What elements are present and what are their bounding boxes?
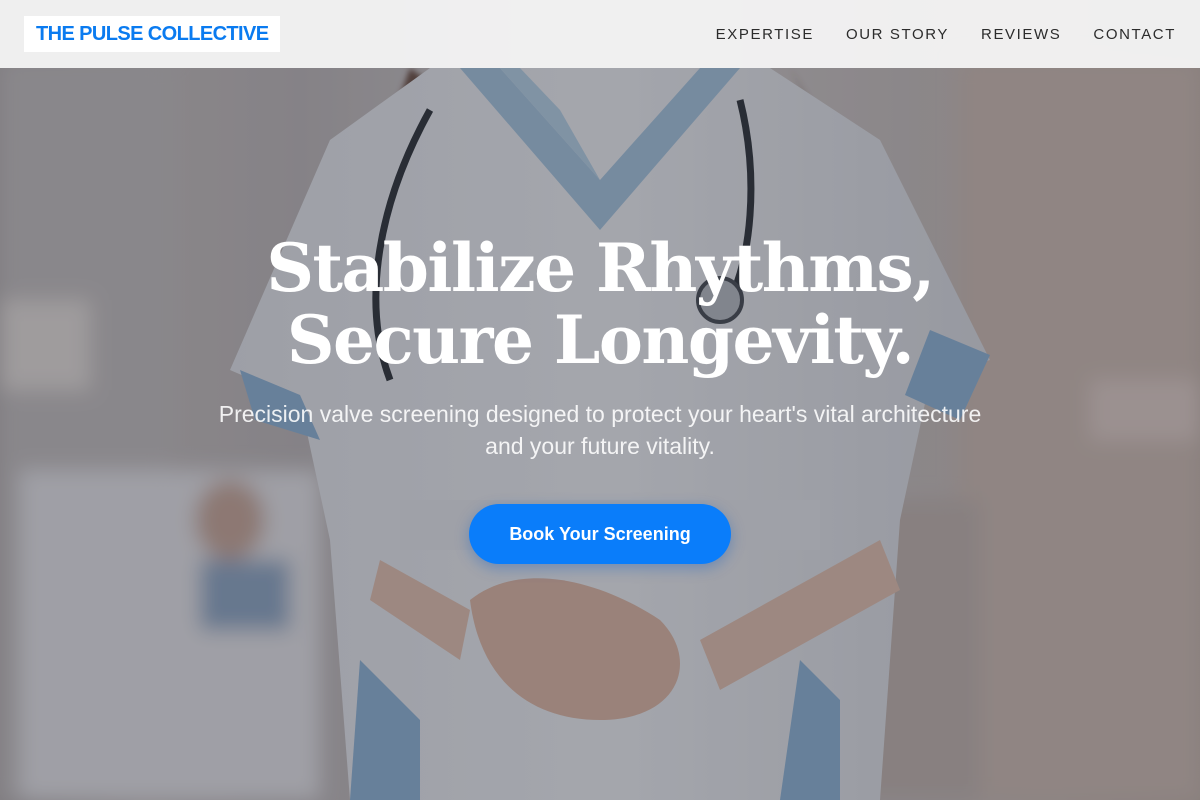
nav-link-reviews[interactable]: REVIEWS — [981, 26, 1061, 43]
hero-headline-line-2: Secure Longevity. — [286, 301, 915, 379]
nav-link-contact[interactable]: CONTACT — [1093, 26, 1176, 43]
nav-link-expertise[interactable]: EXPERTISE — [716, 26, 814, 43]
nav-link-our-story[interactable]: OUR STORY — [846, 26, 949, 43]
brand-logo[interactable]: THE PULSE COLLECTIVE — [24, 16, 281, 52]
hero-content: Stabilize Rhythms, Secure Longevity. Pre… — [0, 232, 1200, 564]
hero-subheading: Precision valve screening designed to pr… — [0, 398, 1200, 462]
hero-subheading-line-2: and your future vitality. — [485, 433, 715, 459]
hero-headline-line-1: Stabilize Rhythms, — [266, 229, 935, 307]
book-screening-button[interactable]: Book Your Screening — [469, 504, 731, 564]
main-nav: EXPERTISE OUR STORY REVIEWS CONTACT — [716, 26, 1176, 43]
hero-subheading-line-1: Precision valve screening designed to pr… — [218, 401, 982, 427]
hero-headline: Stabilize Rhythms, Secure Longevity. — [0, 232, 1200, 376]
top-navbar: THE PULSE COLLECTIVE EXPERTISE OUR STORY… — [0, 0, 1200, 68]
